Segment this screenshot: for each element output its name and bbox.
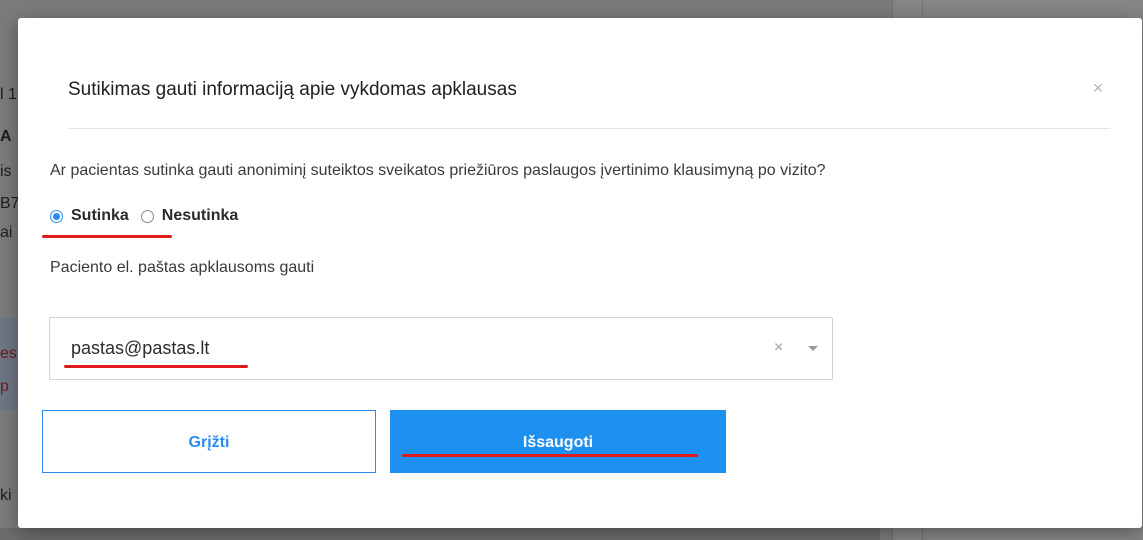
back-button[interactable]: Grįžti: [42, 410, 376, 473]
save-button[interactable]: Išsaugoti: [390, 410, 726, 473]
radio-selected-icon[interactable]: [50, 209, 63, 223]
background-text-fragment: ki: [0, 487, 12, 504]
background-text-fragment: A: [0, 128, 12, 145]
close-icon[interactable]: ×: [1086, 76, 1110, 100]
background-text-fragment: B7: [0, 195, 20, 212]
background-text-fragment: l 1: [0, 86, 17, 103]
radio-option-sutinka[interactable]: Sutinka: [50, 207, 129, 225]
annotation-underline: [402, 454, 698, 457]
background-text-fragment: is: [0, 163, 12, 180]
background-text-fragment: ai: [0, 224, 13, 241]
annotation-underline: [42, 235, 172, 238]
radio-unselected-icon[interactable]: [140, 209, 154, 223]
header-divider: [68, 128, 1110, 129]
radio-option-nesutinka[interactable]: Nesutinka: [140, 207, 239, 225]
email-select-value: pastas@pastas.lt: [71, 338, 210, 358]
chevron-down-icon[interactable]: [808, 346, 818, 351]
email-label: Paciento el. paštas apklausoms gauti: [50, 259, 315, 276]
clear-icon[interactable]: ×: [774, 338, 783, 358]
background-text-fragment: es: [0, 345, 17, 362]
background-text-fragment: p: [0, 378, 9, 395]
consent-question: Ar pacientas sutinka gauti anoniminį sut…: [50, 162, 826, 179]
modal-title: Sutikimas gauti informaciją apie vykdoma…: [68, 79, 517, 100]
email-select[interactable]: pastas@pastas.lt ×: [49, 317, 833, 380]
background-bottom-bar: [0, 528, 880, 540]
annotation-underline: [64, 365, 248, 368]
radio-label: Nesutinka: [161, 207, 239, 224]
radio-label: Sutinka: [71, 207, 129, 224]
consent-radio-group: Sutinka Nesutinka: [50, 205, 238, 227]
background-strip: [0, 318, 20, 410]
consent-modal: Sutikimas gauti informaciją apie vykdoma…: [18, 18, 1142, 528]
